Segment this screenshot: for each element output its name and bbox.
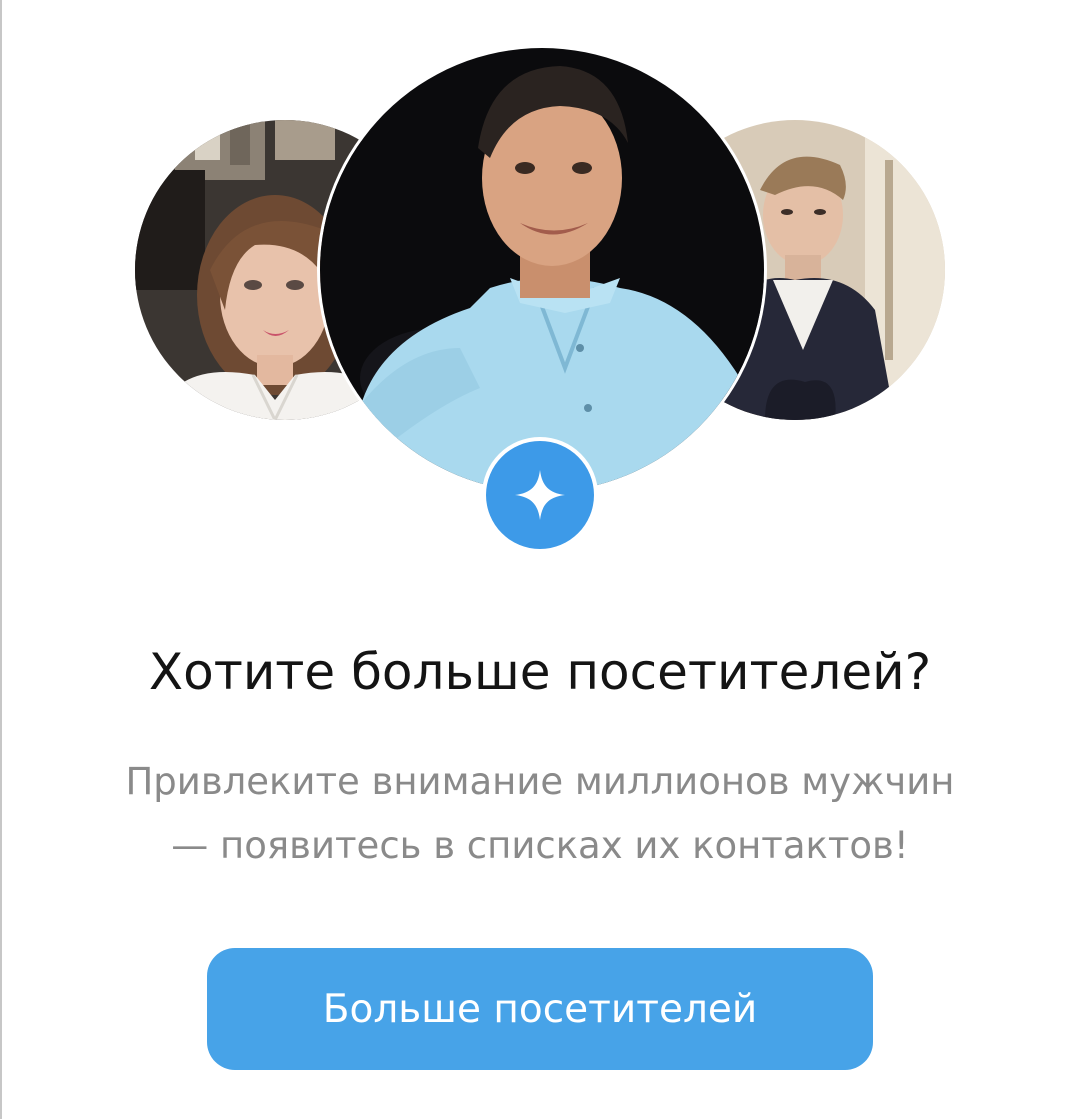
promo-subtitle: Привлеките внимание миллионов мужчин — п… <box>40 750 1040 878</box>
more-visitors-button[interactable]: Больше посетителей <box>207 948 873 1070</box>
promo-subtitle-line-1: Привлеките внимание миллионов мужчин <box>125 760 955 803</box>
avatar-center <box>320 48 764 492</box>
window-edge-divider <box>0 0 2 1119</box>
sparkle-badge <box>486 441 594 549</box>
sparkle-star-icon <box>515 470 565 520</box>
avatar-center-photo <box>320 48 764 492</box>
promo-subtitle-line-2: — появитесь в списках их контактов! <box>171 824 909 867</box>
promo-headline: Хотите больше посетителей? <box>148 643 932 701</box>
